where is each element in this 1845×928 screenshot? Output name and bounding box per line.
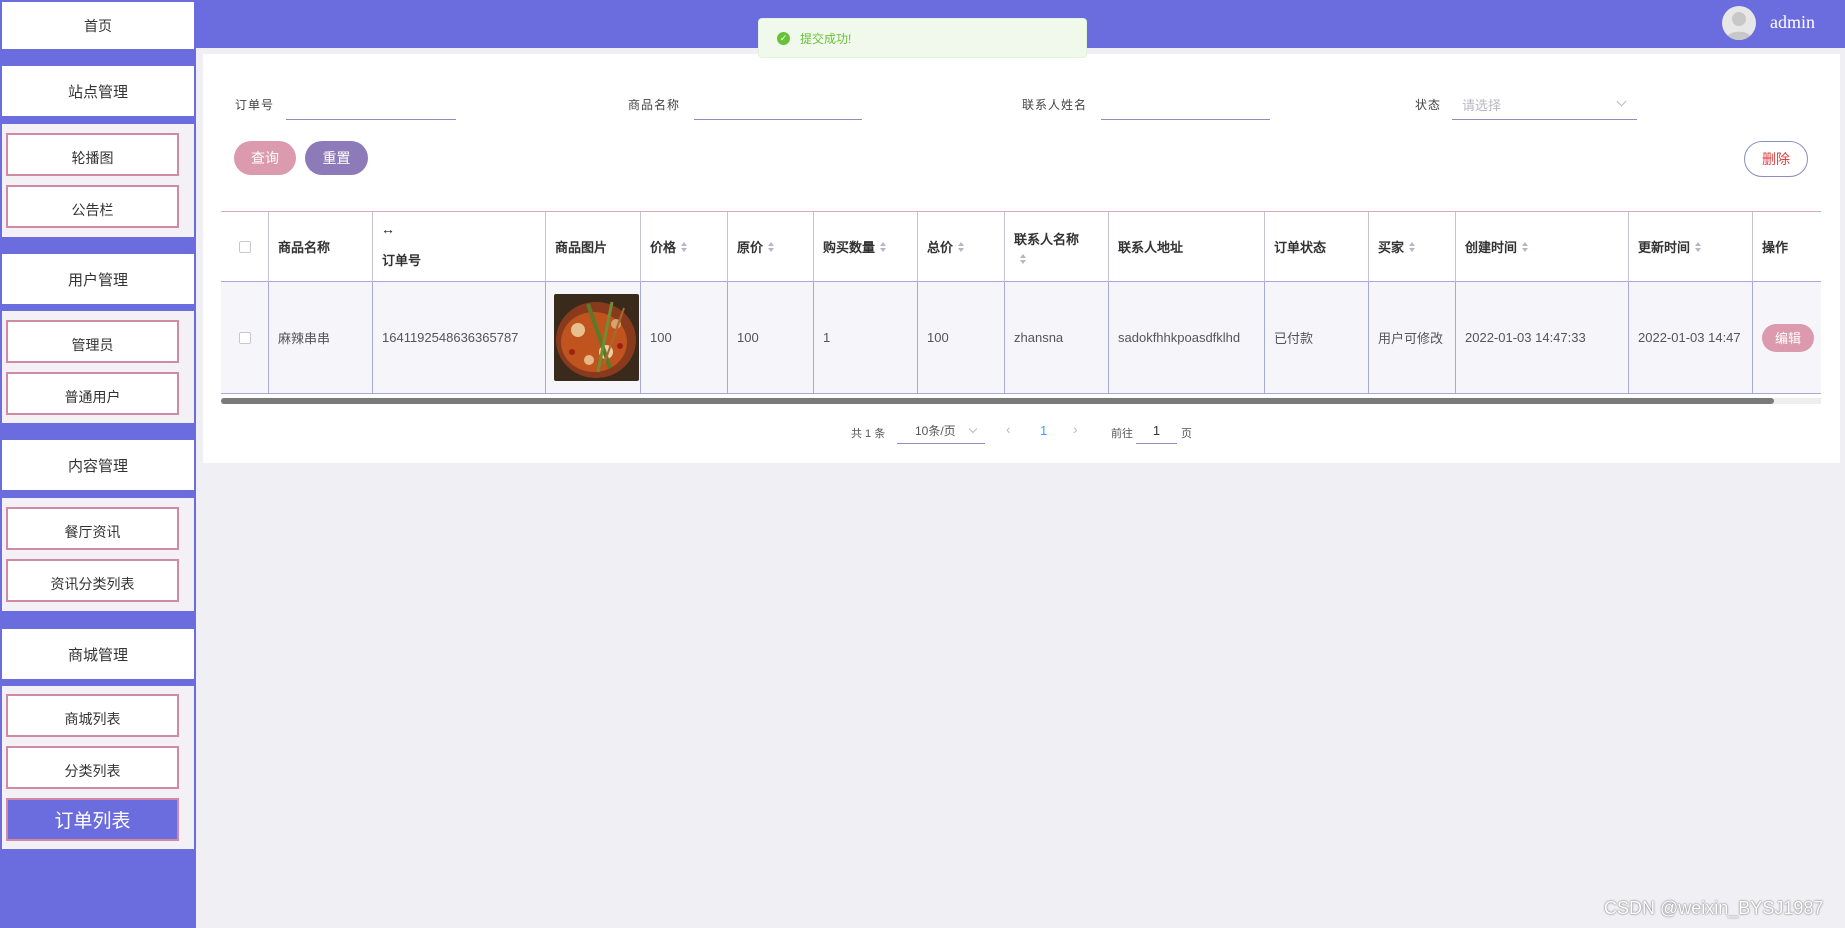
sort-icon[interactable]: [1522, 241, 1529, 252]
toast-message: 提交成功!: [800, 31, 852, 46]
query-button[interactable]: 查询: [234, 141, 296, 175]
col-header-original-price-label: 原价: [737, 240, 764, 255]
col-header-actions: 操作: [1753, 211, 1821, 282]
sidebar-section-mall[interactable]: 商城管理: [2, 629, 194, 679]
sidebar-item-mall-list[interactable]: 商城列表: [6, 694, 179, 737]
col-header-buyer-label: 买家: [1378, 240, 1405, 255]
edit-button[interactable]: 编辑: [1762, 323, 1814, 352]
status-placeholder: 请选择: [1462, 98, 1502, 113]
sidebar-item-category-list[interactable]: 分类列表: [6, 746, 179, 789]
col-header-updated-at[interactable]: 更新时间: [1629, 211, 1753, 282]
col-header-total[interactable]: 总价: [918, 211, 1005, 282]
cell-updated-at: 2022-01-03 14:47: [1629, 282, 1753, 394]
col-header-order-status: 订单状态: [1265, 211, 1369, 282]
reset-button[interactable]: 重置: [305, 141, 368, 175]
delete-button[interactable]: 删除: [1744, 141, 1808, 177]
sidebar-item-order-list[interactable]: 订单列表: [6, 798, 179, 841]
sort-icon[interactable]: [768, 241, 775, 252]
avatar[interactable]: [1722, 6, 1756, 40]
prev-page-icon[interactable]: ‹: [1006, 421, 1011, 437]
watermark: CSDN @weixin_BYSJ1987: [1604, 898, 1824, 918]
cell-actions: 编辑: [1753, 282, 1821, 394]
cell-order-no: 1641192548636365787: [373, 282, 546, 394]
col-header-order-no: 订单号: [373, 211, 546, 282]
order-table: 商品名称 订单号 商品图片 价格 原价 购买数量 总价 联系人名称 联系人地址 …: [221, 211, 1821, 401]
check-circle-icon: ✓: [777, 31, 790, 45]
sort-icon[interactable]: [1020, 254, 1027, 264]
col-header-contact-address: 联系人地址: [1109, 211, 1265, 282]
sidebar-section-content[interactable]: 内容管理: [2, 440, 194, 490]
cell-price: 100: [641, 282, 728, 394]
col-header-original-price[interactable]: 原价: [728, 211, 814, 282]
cell-created-at: 2022-01-03 14:47:33: [1456, 282, 1629, 394]
sidebar-item-restaurant-news[interactable]: 餐厅资讯: [6, 507, 179, 550]
cell-original-price: 100: [728, 282, 814, 394]
sidebar-item-notice[interactable]: 公告栏: [6, 185, 179, 228]
order-no-input[interactable]: [286, 90, 456, 120]
sort-icon[interactable]: [681, 241, 688, 252]
sidebar: 首页 站点管理 轮播图 公告栏 用户管理 管理员 普通用户 内容管理 餐厅资讯 …: [0, 0, 196, 928]
goto-page-input[interactable]: 1: [1136, 418, 1177, 444]
cell-order-status: 已付款: [1265, 282, 1369, 394]
sort-icon[interactable]: [880, 241, 887, 252]
col-header-quantity-label: 购买数量: [823, 240, 876, 255]
next-page-icon[interactable]: ›: [1073, 421, 1078, 437]
col-header-price[interactable]: 价格: [641, 211, 728, 282]
cell-product-name: 麻辣串串: [269, 282, 373, 394]
page-size-value: 10条/页: [915, 424, 956, 438]
col-header-created-at[interactable]: 创建时间: [1456, 211, 1629, 282]
col-header-product-name: 商品名称: [269, 211, 373, 282]
col-header-buyer[interactable]: 买家: [1369, 211, 1456, 282]
sidebar-item-home[interactable]: 首页: [2, 2, 194, 49]
col-header-quantity[interactable]: 购买数量: [814, 211, 918, 282]
product-name-label: 商品名称: [628, 98, 681, 112]
col-header-price-label: 价格: [650, 240, 677, 255]
sort-icon[interactable]: [1695, 241, 1702, 252]
order-no-label: 订单号: [235, 98, 275, 112]
header-select-all[interactable]: [221, 211, 269, 282]
checkbox[interactable]: [238, 240, 251, 253]
goto-label: 前往: [1111, 428, 1133, 440]
food-image[interactable]: [554, 294, 639, 381]
sort-icon[interactable]: [958, 241, 965, 252]
sidebar-item-news-categories[interactable]: 资讯分类列表: [6, 559, 179, 602]
horizontal-scrollbar[interactable]: [221, 398, 1821, 404]
sidebar-item-carousel[interactable]: 轮播图: [6, 133, 179, 176]
cell-contact-address: sadokfhhkpoasdfklhd: [1109, 282, 1265, 394]
cell-total: 100: [918, 282, 1005, 394]
row-select[interactable]: [221, 282, 269, 394]
col-header-image: 商品图片: [546, 211, 641, 282]
col-header-created-at-label: 创建时间: [1465, 240, 1518, 255]
status-label: 状态: [1415, 98, 1442, 112]
sidebar-section-users[interactable]: 用户管理: [2, 254, 194, 304]
col-header-contact-name[interactable]: 联系人名称: [1005, 211, 1109, 282]
col-header-updated-at-label: 更新时间: [1638, 240, 1691, 255]
current-page[interactable]: 1: [1040, 423, 1047, 438]
col-header-contact-name-label: 联系人名称: [1014, 232, 1080, 247]
sidebar-item-normal-users[interactable]: 普通用户: [6, 372, 179, 415]
checkbox[interactable]: [238, 331, 251, 344]
cell-buyer: 用户可修改: [1369, 282, 1456, 394]
sidebar-section-site[interactable]: 站点管理: [2, 66, 194, 116]
sidebar-item-admins[interactable]: 管理员: [6, 320, 179, 363]
sort-icon[interactable]: [1409, 241, 1416, 252]
contact-name-input[interactable]: [1101, 90, 1270, 120]
col-header-total-label: 总价: [927, 240, 954, 255]
page-suffix: 页: [1181, 428, 1192, 440]
contact-name-label: 联系人姓名: [1022, 98, 1088, 112]
cell-image: [546, 282, 641, 394]
success-toast: ✓ 提交成功!: [758, 18, 1087, 58]
pagination-total: 共 1 条: [851, 428, 886, 440]
username[interactable]: admin: [1770, 12, 1815, 33]
user-icon: [1726, 12, 1752, 40]
column-resize-cursor-icon: ↔: [381, 221, 395, 237]
scrollbar-thumb[interactable]: [221, 398, 1774, 404]
cell-contact-name: zhansna: [1005, 282, 1109, 394]
cell-quantity: 1: [814, 282, 918, 394]
product-name-input[interactable]: [694, 90, 862, 120]
